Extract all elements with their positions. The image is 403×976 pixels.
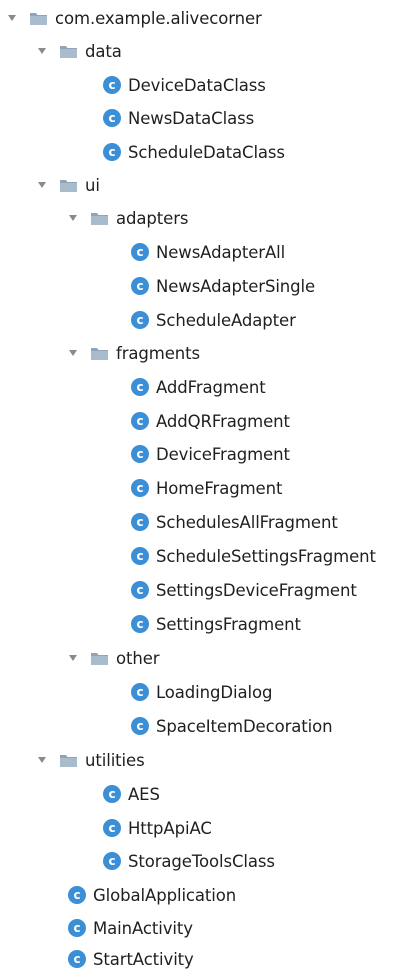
- folder-icon: [59, 753, 78, 768]
- tree-node-label: data: [85, 41, 122, 61]
- tree-node-label: StartActivity: [93, 949, 194, 969]
- tree-node-label: other: [116, 648, 160, 668]
- tree-node-label: NewsDataClass: [128, 108, 255, 128]
- tree-node-class[interactable]: c SchedulesAllFragment: [131, 505, 338, 539]
- folder-icon: [90, 211, 109, 226]
- tree-node-class[interactable]: c StartActivity: [68, 942, 194, 976]
- class-icon: c: [103, 852, 121, 870]
- class-icon: c: [131, 581, 149, 599]
- tree-node-label: SettingsDeviceFragment: [156, 580, 357, 600]
- tree-node-label: ScheduleDataClass: [128, 142, 285, 162]
- tree-node-class[interactable]: c ScheduleAdapter: [131, 303, 296, 337]
- tree-node-root[interactable]: com.example.alivecorner: [7, 1, 262, 35]
- tree-node-label: DeviceDataClass: [128, 75, 266, 95]
- folder-icon: [59, 44, 78, 59]
- tree-node-class[interactable]: c AES: [103, 777, 160, 811]
- class-icon: c: [131, 277, 149, 295]
- class-icon: c: [68, 950, 86, 968]
- tree-node-class[interactable]: c SettingsFragment: [131, 607, 301, 641]
- folder-icon: [29, 11, 48, 26]
- tree-node-label: HttpApiAC: [128, 818, 212, 838]
- tree-node-label: AddQRFragment: [156, 411, 290, 431]
- class-icon: c: [131, 311, 149, 329]
- class-icon: c: [131, 243, 149, 261]
- tree-node-class[interactable]: c MainActivity: [68, 911, 193, 945]
- tree-node-label: fragments: [116, 343, 201, 363]
- tree-node-class[interactable]: c AddFragment: [131, 370, 266, 404]
- class-icon: c: [68, 886, 86, 904]
- tree-node-label: SettingsFragment: [156, 614, 301, 634]
- tree-node-label: utilities: [85, 750, 145, 770]
- class-icon: c: [131, 412, 149, 430]
- tree-node-label: AES: [128, 784, 160, 804]
- tree-node-class[interactable]: c StorageToolsClass: [103, 844, 275, 878]
- tree-node-class[interactable]: c ScheduleSettingsFragment: [131, 539, 376, 573]
- class-icon: c: [103, 785, 121, 803]
- tree-node-class[interactable]: c LoadingDialog: [131, 675, 272, 709]
- tree-node-class[interactable]: c AddQRFragment: [131, 404, 290, 438]
- tree-node-label: ScheduleAdapter: [156, 310, 296, 330]
- tree-node-label: HomeFragment: [156, 478, 283, 498]
- expand-arrow-icon[interactable]: [37, 755, 47, 765]
- class-icon: c: [103, 109, 121, 127]
- expand-arrow-icon[interactable]: [7, 13, 17, 23]
- tree-node-label: NewsAdapterAll: [156, 242, 286, 262]
- class-icon: c: [103, 143, 121, 161]
- tree-node-fragments-folder[interactable]: fragments: [68, 336, 200, 370]
- class-icon: c: [68, 919, 86, 937]
- class-icon: c: [131, 683, 149, 701]
- class-icon: c: [103, 76, 121, 94]
- class-icon: c: [131, 717, 149, 735]
- tree-node-adapters-folder[interactable]: adapters: [68, 201, 188, 235]
- expand-arrow-icon[interactable]: [68, 348, 78, 358]
- expand-arrow-icon[interactable]: [68, 653, 78, 663]
- tree-node-label: adapters: [116, 208, 189, 228]
- tree-node-label: ScheduleSettingsFragment: [156, 546, 376, 566]
- tree-node-label: SchedulesAllFragment: [156, 512, 338, 532]
- tree-node-label: DeviceFragment: [156, 444, 290, 464]
- project-tree: com.example.alivecorner data c DeviceDat…: [0, 0, 403, 974]
- tree-node-label: LoadingDialog: [156, 682, 273, 702]
- tree-node-label: StorageToolsClass: [128, 851, 275, 871]
- folder-icon: [59, 178, 78, 193]
- tree-node-class[interactable]: c GlobalApplication: [68, 878, 236, 912]
- tree-node-class[interactable]: c HomeFragment: [131, 471, 282, 505]
- tree-node-label: MainActivity: [93, 918, 193, 938]
- class-icon: c: [131, 479, 149, 497]
- tree-node-other-folder[interactable]: other: [68, 641, 160, 675]
- tree-node-label: NewsAdapterSingle: [156, 276, 316, 296]
- expand-arrow-icon[interactable]: [37, 180, 47, 190]
- class-icon: c: [131, 547, 149, 565]
- tree-node-class[interactable]: c SpaceItemDecoration: [131, 709, 333, 743]
- tree-node-class[interactable]: c NewsAdapterSingle: [131, 269, 315, 303]
- tree-node-class[interactable]: c DeviceDataClass: [103, 68, 266, 102]
- tree-node-label: GlobalApplication: [93, 885, 237, 905]
- folder-icon: [90, 346, 109, 361]
- tree-node-class[interactable]: c HttpApiAC: [103, 811, 212, 845]
- tree-node-data-folder[interactable]: data: [37, 34, 122, 68]
- expand-arrow-icon[interactable]: [68, 213, 78, 223]
- tree-node-label: com.example.alivecorner: [55, 8, 262, 28]
- tree-node-class[interactable]: c NewsDataClass: [103, 101, 254, 135]
- class-icon: c: [131, 513, 149, 531]
- class-icon: c: [131, 445, 149, 463]
- class-icon: c: [131, 378, 149, 396]
- folder-icon: [90, 651, 109, 666]
- expand-arrow-icon[interactable]: [37, 46, 47, 56]
- tree-node-label: ui: [85, 175, 100, 195]
- tree-node-label: AddFragment: [156, 377, 266, 397]
- tree-node-utilities-folder[interactable]: utilities: [37, 743, 145, 777]
- tree-node-label: SpaceItemDecoration: [156, 716, 333, 736]
- tree-node-class[interactable]: c SettingsDeviceFragment: [131, 573, 357, 607]
- tree-node-class[interactable]: c NewsAdapterAll: [131, 235, 285, 269]
- class-icon: c: [131, 615, 149, 633]
- tree-node-class[interactable]: c ScheduleDataClass: [103, 135, 285, 169]
- tree-node-ui-folder[interactable]: ui: [37, 168, 100, 202]
- tree-node-class[interactable]: c DeviceFragment: [131, 437, 290, 471]
- class-icon: c: [103, 819, 121, 837]
